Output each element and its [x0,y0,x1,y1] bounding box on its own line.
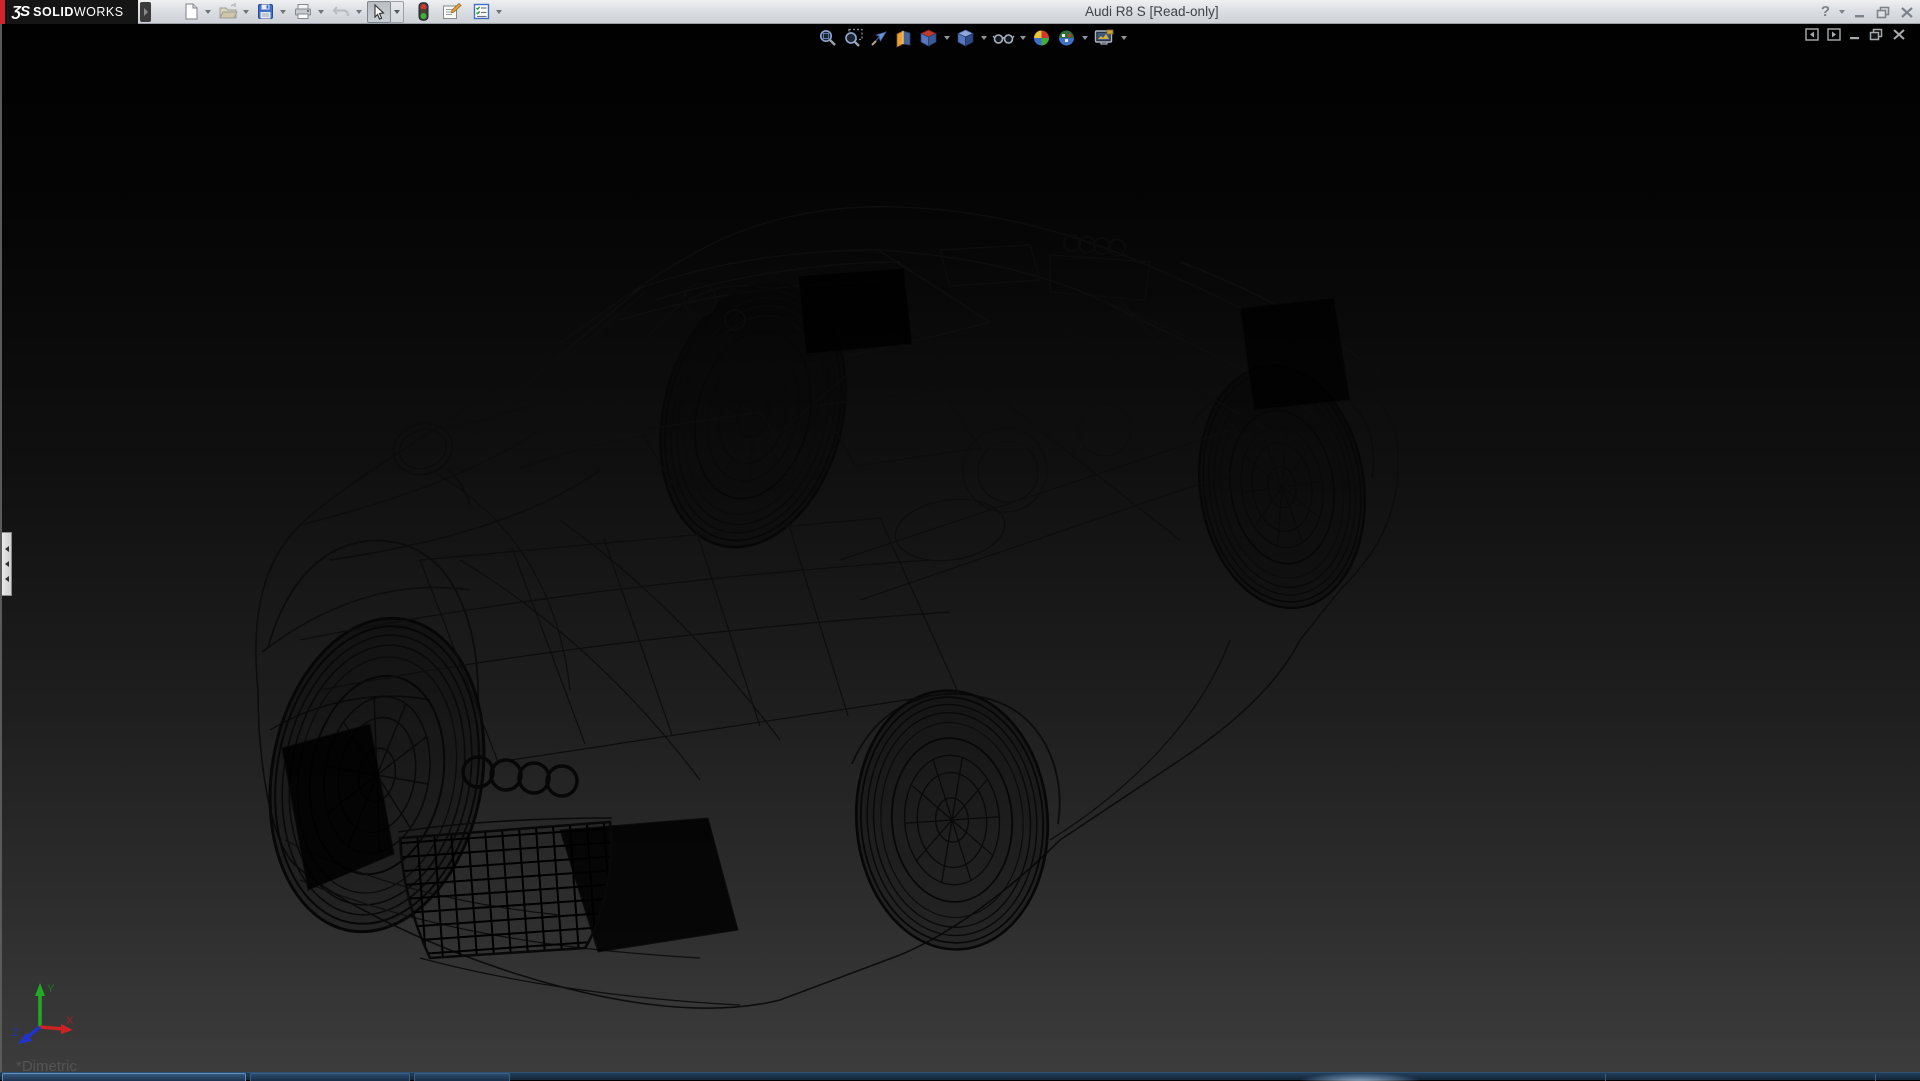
triad-y-label: Y [47,983,55,995]
new-document-icon [181,2,200,21]
collapse-arrow-icon [5,576,9,582]
view-settings-dropdown[interactable] [1119,36,1128,40]
brand-red-stripe [0,0,5,24]
edit-appearance-button[interactable] [1029,28,1054,48]
window-title: Audi R8 S [Read-only] [1085,0,1219,24]
select-tool-button[interactable] [367,1,391,23]
rebuild-button[interactable] [416,1,431,23]
audi-rings-front [463,757,577,796]
file-properties-icon [441,2,462,21]
side-mirror [387,416,470,505]
pane-left-button[interactable] [1805,28,1819,41]
view-settings-button[interactable] [1091,28,1118,48]
select-tool-dropdown[interactable] [391,1,404,23]
previous-view-button[interactable] [866,28,891,48]
display-style-icon [955,28,976,48]
view-orientation-dropdown[interactable] [942,36,951,40]
window-controls: ? [1821,0,1914,24]
document-close-button[interactable] [1892,28,1906,41]
select-cursor-icon [370,3,388,21]
hide-show-items-button[interactable] [990,28,1017,48]
zoom-to-fit-button[interactable] [816,28,841,48]
print-button[interactable] [291,1,315,23]
triad-x-label: X [66,1015,74,1027]
section-view-button[interactable] [891,28,916,48]
collapse-arrow-icon [5,546,9,552]
save-floppy-icon [256,2,275,21]
file-properties-button[interactable] [439,1,464,23]
help-dropdown[interactable] [1839,10,1845,14]
view-orientation-name: *Dimetric [16,1058,77,1072]
close-button[interactable] [1900,6,1914,19]
standard-toolbar [179,0,507,24]
printer-icon [293,2,313,21]
brand-name: SOLIDWORKS [33,5,123,19]
options-button[interactable] [470,1,493,23]
undo-button[interactable] [329,1,353,23]
zoom-to-area-icon [843,28,864,48]
solidworks-logo: ƷS SOLIDWORKS [0,0,138,24]
minimize-button[interactable] [1854,6,1867,19]
zoom-to-area-button[interactable] [841,28,866,48]
rebuild-traffic-light-icon [418,2,429,21]
title-bar: ƷS SOLIDWORKS [0,0,1920,24]
view-orientation-icon [918,28,939,48]
print-dropdown[interactable] [316,1,325,23]
3ds-logo-mark: ƷS [12,3,29,20]
document-minimize-button[interactable] [1849,28,1861,41]
open-button[interactable] [216,1,240,23]
options-icon [472,2,491,21]
edit-appearance-icon [1031,28,1052,48]
orientation-triad: Y X Z [12,983,74,1044]
document-restore-button[interactable] [1869,28,1884,41]
section-view-icon [893,28,914,48]
open-folder-icon [218,2,238,21]
zoom-to-fit-icon [818,28,839,48]
audi-rings-rear [1064,235,1125,256]
view-settings-icon [1093,28,1116,48]
apply-scene-icon [1056,28,1077,48]
headsup-view-toolbar [816,27,1130,49]
new-document-button[interactable] [179,1,202,23]
hide-show-items-glasses-icon [992,28,1015,48]
hide-show-items-dropdown[interactable] [1018,36,1027,40]
graphics-viewport[interactable]: Y X Z *Dimetric [0,24,1920,1072]
save-button[interactable] [254,1,277,23]
pane-right-button[interactable] [1827,28,1841,41]
document-window-controls [1805,28,1906,41]
help-button[interactable]: ? [1821,0,1830,24]
feature-manager-splitter[interactable] [2,532,12,596]
apply-scene-dropdown[interactable] [1080,36,1089,40]
previous-view-icon [868,28,889,48]
collapse-arrow-icon [5,561,9,567]
undo-icon [331,2,351,21]
triad-z-label: Z [12,1027,19,1039]
open-dropdown[interactable] [241,1,250,23]
restore-button[interactable] [1876,6,1891,19]
audi-r8-wireframe-model: Y X Z [0,24,1920,1072]
options-dropdown[interactable] [494,1,503,23]
view-orientation-button[interactable] [916,28,941,48]
undo-dropdown[interactable] [354,1,363,23]
save-dropdown[interactable] [278,1,287,23]
apply-scene-button[interactable] [1054,28,1079,48]
display-style-button[interactable] [953,28,978,48]
new-document-dropdown[interactable] [203,1,212,23]
display-style-dropdown[interactable] [979,36,988,40]
windows-taskbar-edge[interactable] [0,1072,1920,1080]
menu-flyout-arrow[interactable] [140,2,151,22]
